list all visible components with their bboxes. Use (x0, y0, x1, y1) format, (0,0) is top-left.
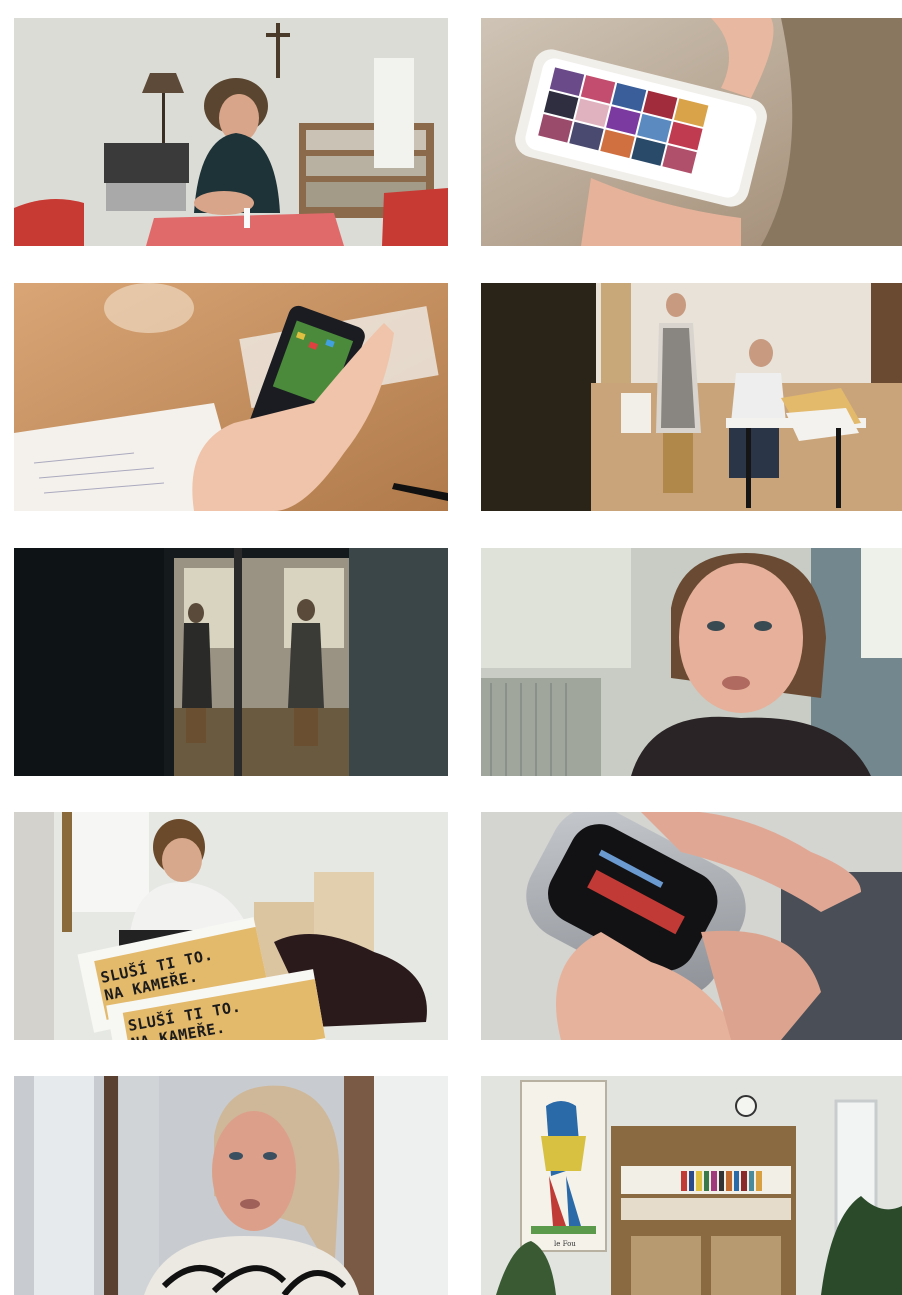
tarot-caption: le Fou (554, 1240, 576, 1248)
photo-smartphone-gallery (481, 18, 902, 246)
photo-office-scene (481, 283, 902, 511)
photo-man-with-posters: SLUŠÍ TI TO. NA KAMEŘE. SLUŠÍ TI TO. NA … (14, 812, 448, 1040)
photo-room-tarot: le Fou (481, 1076, 902, 1295)
photo-silver-phone (481, 812, 902, 1040)
clock-icon (735, 1095, 757, 1117)
photo-man-at-table (14, 18, 448, 246)
photo-woman-portrait (481, 548, 902, 776)
photo-hallway-reflection (14, 548, 448, 776)
photo-phone-game (14, 283, 448, 511)
photo-blonde-woman (14, 1076, 448, 1295)
